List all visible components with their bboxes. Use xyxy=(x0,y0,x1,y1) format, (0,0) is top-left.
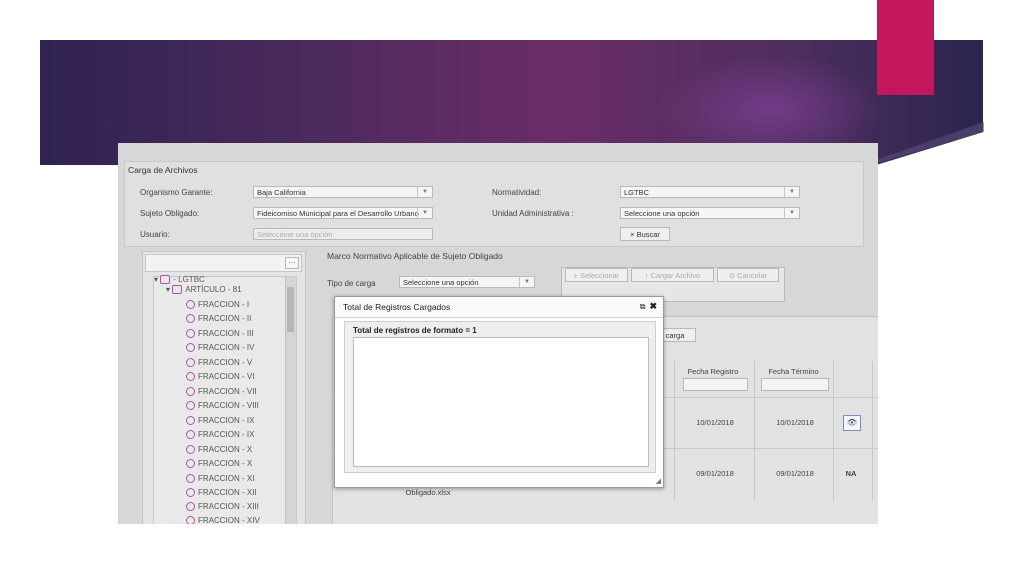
resize-handle-icon[interactable]: ◢ xyxy=(656,477,661,485)
carga-panel xyxy=(124,161,864,247)
organismo-label: Organismo Garante: xyxy=(140,188,213,197)
modal-body: Total de registros de formato = 1 xyxy=(344,321,656,473)
fraction-icon xyxy=(186,488,195,498)
col-fecha-registro: Fecha Registro xyxy=(687,367,739,376)
cell-fecha-termino: 10/01/2018 xyxy=(776,418,814,427)
cancelar-button[interactable]: ⊘ Cancelar xyxy=(717,268,779,282)
section-title: Carga de Archivos xyxy=(128,165,198,175)
tree-fraction[interactable]: FRACCION - VII xyxy=(186,387,257,397)
view-eye-icon[interactable]: 👁 xyxy=(843,415,861,431)
tree-menu-button[interactable]: … xyxy=(285,257,299,269)
usuario-select[interactable]: Seleccione una opción xyxy=(253,228,433,240)
fraction-icon xyxy=(186,343,195,353)
tree-fraction[interactable]: FRACCION - XIII xyxy=(186,502,259,512)
cell-fecha-registro: 10/01/2018 xyxy=(696,418,734,427)
cell-fecha-registro: 09/01/2018 xyxy=(696,469,734,478)
totals-modal: Total de Registros Cargados ⧉ ✖ Total de … xyxy=(334,296,664,488)
tree-fraction[interactable]: FRACCION - X xyxy=(186,445,252,455)
normatividad-label: Normatividad: xyxy=(492,188,542,197)
fraction-icon xyxy=(186,314,195,324)
tree-fraction[interactable]: FRACCION - VI xyxy=(186,372,254,382)
chevron-down-icon: ▼ xyxy=(417,187,432,197)
tipo-carga-label: Tipo de carga xyxy=(327,279,376,288)
tree-fraction[interactable]: FRACCION - V xyxy=(186,358,252,368)
fraction-icon xyxy=(186,516,195,524)
accent-box xyxy=(877,0,934,95)
cell-fecha-termino: 09/01/2018 xyxy=(776,469,814,478)
normatividad-select[interactable]: LGTBC ▼ xyxy=(620,186,800,198)
tipo-carga-select[interactable]: Seleccione una opción ▼ xyxy=(399,276,535,288)
cell-file-name: Obligado.xlsx xyxy=(405,488,451,497)
fraction-icon xyxy=(186,416,195,426)
col-divider xyxy=(674,361,675,501)
fraction-icon xyxy=(186,329,195,339)
cancel-icon: ⊘ xyxy=(728,271,738,280)
fraction-icon xyxy=(186,300,195,310)
fraction-icon xyxy=(186,401,195,411)
fraction-icon xyxy=(186,358,195,368)
fraction-icon xyxy=(186,430,195,440)
unidad-label: Unidad Administrativa : xyxy=(492,209,574,218)
tree-fraction[interactable]: FRACCION - X xyxy=(186,459,252,469)
tree-header: … xyxy=(145,254,302,272)
modal-title: Total de Registros Cargados xyxy=(343,302,451,312)
chevron-down-icon: ▼ xyxy=(784,187,799,197)
modal-header: Total de Registros Cargados ⧉ ✖ xyxy=(335,297,663,318)
col-fecha-termino: Fecha Término xyxy=(768,367,819,376)
node-icon xyxy=(160,275,171,285)
usuario-label: Usuario: xyxy=(140,230,170,239)
col-divider xyxy=(833,361,834,501)
chevron-down-icon: ▼ xyxy=(784,208,799,218)
tree-node-article[interactable]: ▾ ARTÍCULO - 81 xyxy=(166,285,242,295)
filter-fecha-termino[interactable] xyxy=(761,378,829,391)
tree-fraction[interactable]: FRACCION - XIV xyxy=(186,516,260,524)
sujeto-label: Sujeto Obligado: xyxy=(140,209,200,218)
sujeto-select[interactable]: Fideicomiso Municipal para el Desarrollo… xyxy=(253,207,433,219)
fraction-icon xyxy=(186,372,195,382)
chevron-down-icon: ▼ xyxy=(519,277,534,287)
seleccionar-button[interactable]: + Seleccionar xyxy=(565,268,628,282)
fraction-icon xyxy=(186,459,195,469)
records-total-label: Total de registros de formato = 1 xyxy=(353,326,477,335)
node-icon xyxy=(172,285,183,295)
tree-fraction[interactable]: FRACCION - IX xyxy=(186,416,254,426)
col-divider xyxy=(872,361,873,501)
tree-fraction[interactable]: FRACCION - II xyxy=(186,314,251,324)
chevron-down-icon: ▼ xyxy=(417,208,432,218)
cargar-archivo-button[interactable]: ↑ Cargar Archivo xyxy=(631,268,714,282)
fraction-icon xyxy=(186,502,195,512)
tree-fraction[interactable]: FRACCION - VIII xyxy=(186,401,259,411)
filter-fecha-registro[interactable] xyxy=(683,378,748,391)
tree-fraction[interactable]: FRACCION - XII xyxy=(186,488,257,498)
fraction-icon xyxy=(186,387,195,397)
tree-fraction[interactable]: FRACCION - IX xyxy=(186,430,254,440)
tree-scrollbar[interactable] xyxy=(285,277,296,524)
organismo-select[interactable]: Baja California ▼ xyxy=(253,186,433,198)
scroll-thumb[interactable] xyxy=(287,287,294,332)
modal-controls: ⧉ ✖ xyxy=(640,301,657,312)
unidad-select[interactable]: Seleccione una opción ▼ xyxy=(620,207,800,219)
cell-action-na: NA xyxy=(845,469,857,478)
tree-node-root[interactable]: ▾ - LGTBC xyxy=(154,275,205,285)
tree-fraction[interactable]: FRACCION - XI xyxy=(186,474,254,484)
fraction-icon xyxy=(186,445,195,455)
close-icon[interactable]: ✖ xyxy=(649,301,657,311)
buscar-button[interactable]: × Buscar xyxy=(620,227,670,241)
tree-fraction[interactable]: FRACCION - I xyxy=(186,300,249,310)
fraction-icon xyxy=(186,474,195,484)
records-textarea[interactable] xyxy=(353,337,649,467)
marco-title: Marco Normativo Aplicable de Sujeto Obli… xyxy=(327,251,503,261)
tree-fraction[interactable]: FRACCION - III xyxy=(186,329,254,339)
col-divider xyxy=(754,361,755,501)
popout-icon[interactable]: ⧉ xyxy=(640,302,646,311)
tree-fraction[interactable]: FRACCION - IV xyxy=(186,343,254,353)
